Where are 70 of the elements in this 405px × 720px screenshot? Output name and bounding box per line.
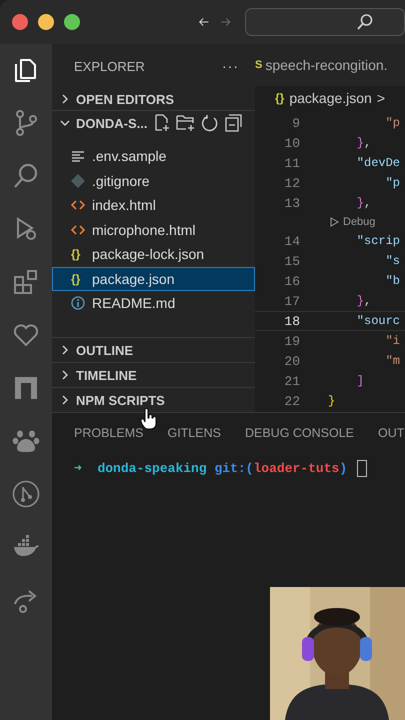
line-number: 9 xyxy=(291,116,300,130)
search-icon xyxy=(356,13,374,31)
braces-icon: {} xyxy=(71,272,85,286)
line-number: 12 xyxy=(283,176,300,190)
line-number: 21 xyxy=(283,374,300,388)
code-line: ] xyxy=(356,374,364,388)
line-number: 14 xyxy=(283,234,300,248)
code-line: "m xyxy=(384,354,400,368)
panel-tab[interactable]: DEBUG CONSOLE xyxy=(244,426,354,440)
breadcrumb-separator: > xyxy=(376,90,386,106)
panel-tab[interactable]: OUT xyxy=(378,426,404,440)
code-line: "sourc xyxy=(356,314,400,328)
explorer-title: EXPLORER xyxy=(74,58,145,74)
code-line: "b xyxy=(384,274,400,288)
code-line: "p xyxy=(384,116,400,130)
panel-tab[interactable]: PROBLEMS xyxy=(74,426,144,440)
more-actions[interactable]: ··· xyxy=(222,58,239,74)
search-field[interactable] xyxy=(245,8,405,36)
code-line: }, xyxy=(356,196,372,210)
minimize-button[interactable] xyxy=(38,14,54,30)
new-folder-icon[interactable] xyxy=(176,114,196,132)
file-item[interactable]: README.md xyxy=(52,291,255,316)
code-line: }, xyxy=(356,136,372,150)
search-icon[interactable] xyxy=(12,162,40,190)
line-number: 16 xyxy=(283,274,300,288)
hand-cursor-icon xyxy=(140,408,158,430)
line-number: 18 xyxy=(283,314,300,328)
zoom-button[interactable] xyxy=(64,14,80,30)
info-icon xyxy=(71,296,85,310)
code-line: }, xyxy=(356,294,372,308)
git-graph-icon[interactable] xyxy=(12,480,40,508)
code-icon xyxy=(71,222,85,237)
line-number: 20 xyxy=(283,354,300,368)
extensions-icon[interactable] xyxy=(12,268,40,296)
file-item[interactable]: .env.sample xyxy=(52,144,255,168)
debug-codelens[interactable]: Debug xyxy=(343,216,376,228)
line-number: 17 xyxy=(283,294,300,308)
section-header[interactable]: OPEN EDITORS xyxy=(52,88,255,110)
code-line: "scrip xyxy=(356,234,400,248)
folder-header[interactable]: DONDA-S... xyxy=(52,112,148,134)
breadcrumb-item[interactable]: package.json xyxy=(289,90,372,106)
new-file-icon[interactable] xyxy=(152,114,170,132)
braces-icon: {} xyxy=(275,91,284,105)
collapse-all-icon[interactable] xyxy=(224,114,242,132)
panel-tab[interactable]: GITLENS xyxy=(167,426,221,440)
refresh-icon[interactable] xyxy=(200,114,218,132)
file-item[interactable]: microphone.html xyxy=(52,218,255,242)
code-line: "s xyxy=(384,254,400,268)
lines-icon xyxy=(71,149,85,164)
file-item[interactable]: index.html xyxy=(52,193,255,218)
file-item[interactable]: {} package-lock.json xyxy=(52,242,255,266)
code-line: "devDe xyxy=(356,156,400,170)
file-item[interactable]: .gitignore xyxy=(52,168,255,193)
terminal-prompt: ➜ donda-speaking git:(loader-tuts) xyxy=(74,460,348,476)
line-number: 10 xyxy=(283,136,300,150)
code-line: "p xyxy=(384,176,400,190)
braces-icon: {} xyxy=(71,247,85,262)
line-number: 15 xyxy=(283,254,300,268)
line-number: 13 xyxy=(283,196,300,210)
code-icon xyxy=(71,198,85,212)
line-number: 22 xyxy=(283,394,300,408)
line-number: 11 xyxy=(283,156,300,170)
file-item[interactable]: {} package.json xyxy=(52,266,255,291)
close-button[interactable] xyxy=(12,14,28,30)
code-line: "i xyxy=(384,334,400,348)
play-icon xyxy=(330,217,339,227)
line-number: 19 xyxy=(283,334,300,348)
terminal-cursor xyxy=(356,460,367,476)
diamond-icon xyxy=(71,174,85,188)
code-line: } xyxy=(328,394,336,408)
